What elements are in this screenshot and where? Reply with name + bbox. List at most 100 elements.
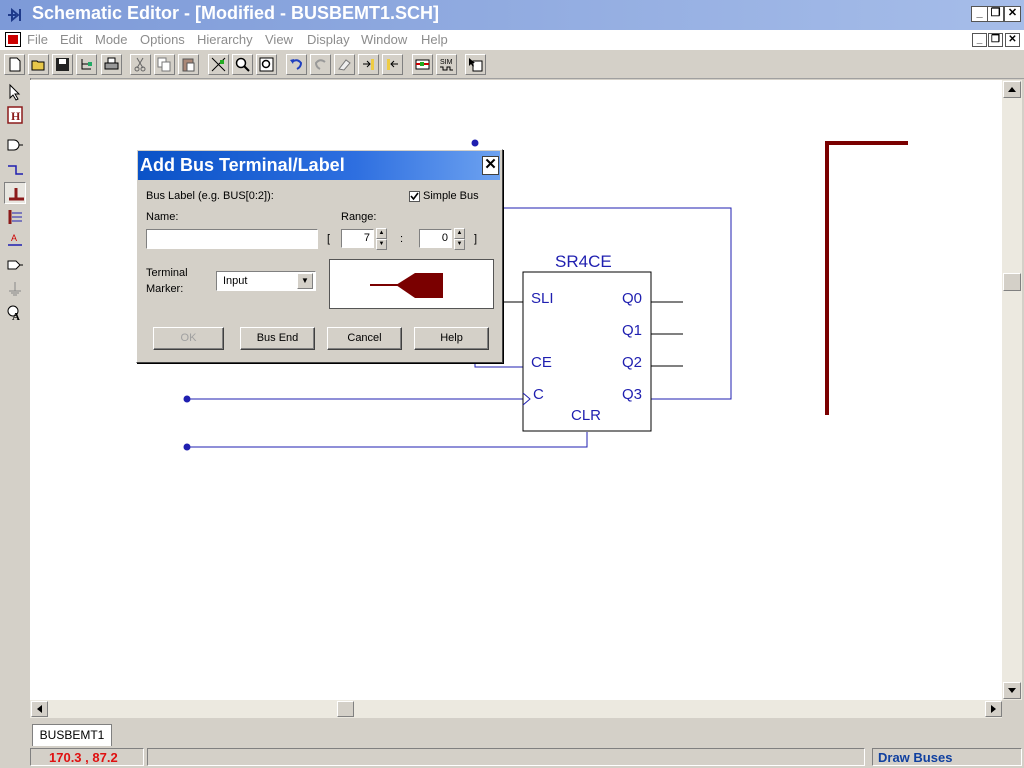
- pop-icon[interactable]: [382, 54, 403, 75]
- new-icon[interactable]: [4, 54, 25, 75]
- check-icon: [410, 192, 419, 201]
- menu-hierarchy[interactable]: Hierarchy: [197, 32, 253, 47]
- vertical-scrollbar[interactable]: [1002, 80, 1022, 700]
- bus-label-hint: Bus Label (e.g. BUS[0:2]):: [146, 190, 274, 202]
- tab-busbemt1[interactable]: BUSBEMT1: [32, 724, 112, 746]
- label-icon[interactable]: A: [4, 230, 26, 252]
- hierarchy-icon[interactable]: [76, 54, 97, 75]
- menu-file[interactable]: File: [27, 32, 48, 47]
- range-from-up-icon[interactable]: ▲: [376, 228, 387, 239]
- svg-text:A: A: [12, 311, 20, 322]
- text-icon[interactable]: A: [4, 302, 26, 324]
- pin-sli: SLI: [531, 290, 554, 307]
- dialog-close-icon[interactable]: ✕: [482, 156, 499, 175]
- scroll-up-icon[interactable]: [1003, 81, 1021, 98]
- bus-line[interactable]: [825, 141, 908, 415]
- pin-ce: CE: [531, 354, 552, 371]
- range-separator: :: [400, 233, 404, 245]
- menu-help[interactable]: Help: [421, 32, 448, 47]
- chevron-down-icon[interactable]: ▼: [297, 273, 313, 289]
- print-icon[interactable]: [101, 54, 122, 75]
- redo-icon[interactable]: [310, 54, 331, 75]
- cancel-button[interactable]: Cancel: [327, 327, 402, 350]
- symbol-icon[interactable]: [4, 134, 26, 156]
- sim-icon[interactable]: SIM: [436, 54, 457, 75]
- close-button[interactable]: ✕: [1004, 6, 1021, 22]
- menu-edit[interactable]: Edit: [60, 32, 82, 47]
- io-marker-icon[interactable]: [4, 254, 26, 276]
- status-coordinates: 170.3 , 87.2: [30, 748, 144, 766]
- net-icon[interactable]: [4, 158, 26, 180]
- terminal-marker-value: Input: [223, 275, 248, 287]
- paste-icon[interactable]: [178, 54, 199, 75]
- sim-label: SIM: [440, 59, 453, 66]
- menu-display[interactable]: Display: [307, 32, 350, 47]
- status-message: [147, 748, 865, 766]
- simple-bus-checkbox[interactable]: [409, 191, 420, 202]
- copy-icon[interactable]: [154, 54, 175, 75]
- bus-tap-icon[interactable]: [4, 206, 26, 228]
- dialog-title: Add Bus Terminal/Label: [140, 155, 345, 175]
- mdi-minimize-button[interactable]: _: [972, 33, 987, 47]
- pin-clr: CLR: [571, 407, 601, 424]
- zoom-full-icon[interactable]: [208, 54, 229, 75]
- range-to-down-icon[interactable]: ▼: [454, 239, 465, 250]
- vertical-scroll-thumb[interactable]: [1003, 273, 1021, 291]
- marker-preview: [329, 259, 494, 309]
- bus-end-button[interactable]: Bus End: [240, 327, 315, 350]
- output-pin-lines: [651, 301, 683, 367]
- push-icon[interactable]: [358, 54, 379, 75]
- restore-button[interactable]: ❐: [987, 6, 1004, 22]
- netlist-icon[interactable]: [412, 54, 433, 75]
- terminal-marker-select[interactable]: Input ▼: [216, 271, 316, 291]
- minimize-button[interactable]: _: [971, 6, 988, 22]
- help-button[interactable]: Help: [414, 327, 489, 350]
- svg-text:A: A: [11, 233, 17, 243]
- cut-icon[interactable]: [130, 54, 151, 75]
- scroll-down-icon[interactable]: [1003, 682, 1021, 699]
- select-icon[interactable]: [4, 81, 26, 103]
- scroll-right-icon[interactable]: [985, 701, 1002, 717]
- help-pointer-icon[interactable]: [465, 54, 486, 75]
- range-from-down-icon[interactable]: ▼: [376, 239, 387, 250]
- document-icon[interactable]: [5, 32, 21, 47]
- zoom-out-icon[interactable]: [256, 54, 277, 75]
- menu-mode[interactable]: Mode: [95, 32, 128, 47]
- clr-wire[interactable]: [187, 432, 588, 448]
- undo-icon[interactable]: [286, 54, 307, 75]
- horizontal-scroll-thumb[interactable]: [337, 701, 354, 717]
- input-marker-icon: [370, 273, 443, 298]
- pin-q2: Q2: [622, 354, 642, 371]
- range-to-field[interactable]: 0: [419, 229, 452, 248]
- ok-button[interactable]: OK: [153, 327, 224, 350]
- menu-options[interactable]: Options: [140, 32, 185, 47]
- range-open-bracket: [: [327, 233, 331, 245]
- name-input[interactable]: [146, 229, 318, 249]
- status-mode: Draw Buses: [872, 748, 1022, 766]
- horizontal-scrollbar[interactable]: [30, 700, 1002, 718]
- bus-icon[interactable]: [4, 182, 26, 204]
- range-label: Range:: [341, 211, 377, 223]
- window-title: Schematic Editor - [Modified - BUSBEMT1.…: [32, 3, 440, 23]
- scroll-left-icon[interactable]: [31, 701, 48, 717]
- pin-c: C: [533, 386, 544, 403]
- mdi-restore-button[interactable]: ❐: [988, 33, 1003, 47]
- hierarchy-h-icon[interactable]: H: [4, 104, 26, 126]
- open-icon[interactable]: [28, 54, 49, 75]
- terminal-label: Terminal: [146, 267, 188, 279]
- zoom-in-icon[interactable]: [232, 54, 253, 75]
- range-to-up-icon[interactable]: ▲: [454, 228, 465, 239]
- menu-window[interactable]: Window: [361, 32, 407, 47]
- net-dot[interactable]: [471, 139, 479, 147]
- range-close-bracket: ]: [474, 233, 478, 245]
- app-icon[interactable]: [6, 6, 26, 27]
- erase-icon[interactable]: [334, 54, 355, 75]
- menu-view[interactable]: View: [265, 32, 293, 47]
- save-icon[interactable]: [52, 54, 73, 75]
- pin-q3: Q3: [622, 386, 642, 403]
- marker-label: Marker:: [146, 283, 184, 295]
- range-from-field[interactable]: 7: [341, 229, 374, 248]
- power-icon[interactable]: [4, 278, 26, 300]
- name-label: Name:: [146, 211, 179, 223]
- mdi-close-button[interactable]: ✕: [1005, 33, 1020, 47]
